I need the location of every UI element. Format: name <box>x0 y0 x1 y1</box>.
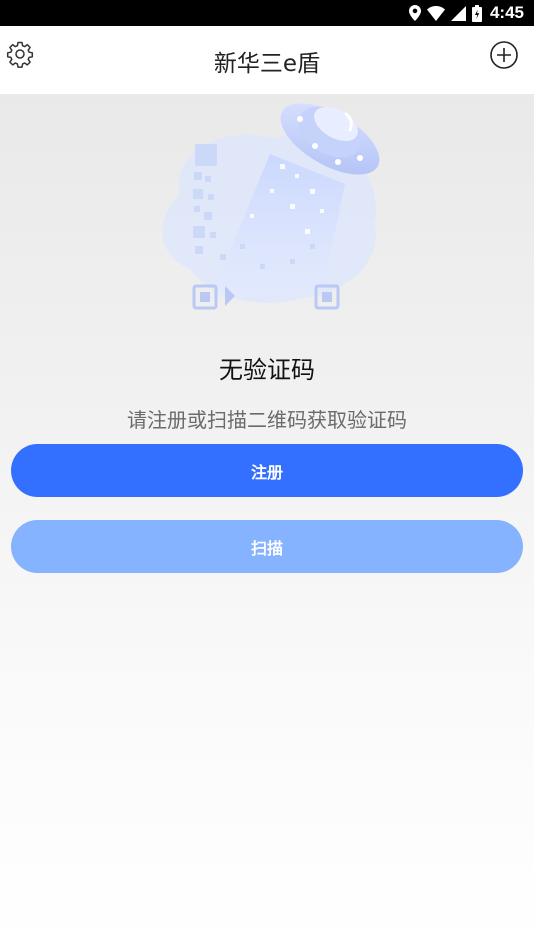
app-bar: 新华三e盾 <box>0 26 534 94</box>
empty-state-subtitle: 请注册或扫描二维码获取验证码 <box>127 408 407 432</box>
main-content: 无验证码 请注册或扫描二维码获取验证码 注册 扫描 <box>0 94 534 950</box>
signal-icon <box>450 5 466 21</box>
ufo-scanning-qr-illustration <box>150 94 385 324</box>
status-time: 4:45 <box>489 3 524 22</box>
wifi-icon <box>426 5 445 21</box>
battery-icon <box>471 4 482 22</box>
scan-button[interactable]: 扫描 <box>11 520 523 573</box>
location-icon <box>408 5 421 21</box>
add-circle-icon <box>489 40 519 74</box>
page-title: 新华三e盾 <box>213 51 321 77</box>
add-button[interactable] <box>488 41 520 73</box>
empty-state-title: 无验证码 <box>219 356 315 384</box>
status-bar: 4:45 <box>0 0 534 26</box>
register-button[interactable]: 注册 <box>11 444 523 497</box>
